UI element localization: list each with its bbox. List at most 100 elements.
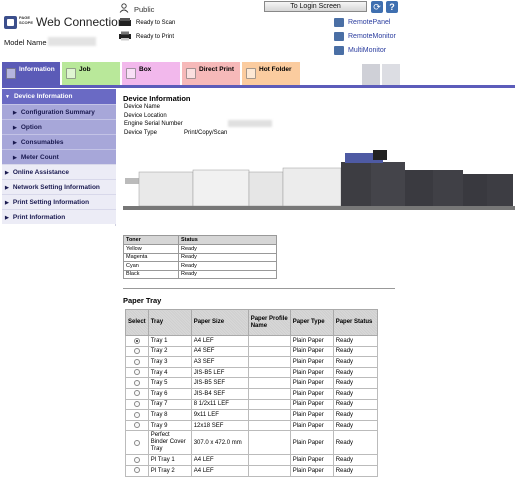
toner-table: Toner Status Yellow Ready Magenta Ready Cy… [123, 235, 277, 279]
tray-cell: PI Tray 1 [147, 454, 192, 466]
paper-size-cell: A4 LEF [190, 464, 249, 477]
tray-select-radio[interactable] [134, 358, 140, 365]
paper-type-cell: Plain Paper [289, 356, 334, 368]
table-row[interactable]: Tray 78 1/2x11 LEF Plain Paper Ready [125, 398, 378, 411]
sidebar-item-device-information[interactable]: ▼ Device Information [2, 89, 116, 104]
remote-monitor-link[interactable]: RemoteMonitor [348, 33, 396, 40]
tab-job-label: Job [79, 66, 91, 73]
sidebar-item-print-information[interactable]: ▶ Print Information [2, 209, 116, 224]
tab-direct-print[interactable]: Direct Print [182, 62, 240, 85]
paper-type-cell: Plain Paper [289, 430, 334, 456]
table-row[interactable]: Tray 5 JIS-B5 SEF Plain Paper Ready [125, 377, 378, 389]
paper-profile-cell [247, 454, 291, 466]
tray-select-radio[interactable] [134, 337, 140, 344]
table-row: Yellow Ready [123, 244, 277, 254]
sidebar-item-online-assistance[interactable]: ▶ Online Assistance [2, 164, 116, 179]
tray-select-radio[interactable] [134, 422, 140, 429]
paper-type-cell: Plain Paper [289, 398, 334, 411]
model-name-label: Model Name [4, 38, 47, 47]
sidebar: ▼ Device Information ▶ Configuration Summa… [2, 89, 116, 226]
sidebar-item-consumables[interactable]: ▶ Consumables [2, 134, 116, 149]
select-cell [125, 419, 149, 432]
tray-select-radio[interactable] [134, 467, 140, 474]
table-row[interactable]: Tray 9 12x18 SEF Plain Paper Ready [125, 419, 378, 432]
toner-status: Ready [178, 261, 277, 271]
tab-settings-icon[interactable] [362, 64, 380, 85]
tray-header: Tray [147, 309, 192, 336]
sidebar-item-configuration-summary[interactable]: ▶ Configuration Summary [2, 104, 116, 119]
paper-size-cell: 12x18 SEF [190, 419, 249, 432]
tray-select-radio[interactable] [134, 348, 140, 355]
job-icon [66, 68, 76, 79]
device-location-label: Device Location [124, 113, 167, 119]
table-row[interactable]: Perfect Binder Cover Tray 307.0 x 472.0 m… [125, 430, 378, 456]
hot-folder-icon [246, 68, 256, 79]
refresh-icon[interactable]: ⟳ [371, 1, 383, 13]
sidebar-item-meter-count[interactable]: ▶ Meter Count [2, 149, 116, 164]
table-row[interactable]: PI Tray 1 A4 LEF Plain Paper Ready [125, 454, 378, 466]
sidebar-item-label: Option [20, 124, 42, 131]
paper-profile-cell [247, 366, 291, 379]
divider [123, 288, 395, 289]
tray-select-radio[interactable] [134, 390, 140, 397]
paper-tray-table: Select Tray Paper Size Paper Profile Nam… [125, 309, 378, 477]
sidebar-item-label: Print Information [12, 214, 66, 221]
select-cell [125, 356, 149, 368]
tab-hot-folder[interactable]: Hot Folder [242, 62, 300, 85]
select-cell [125, 366, 149, 379]
paper-size-cell: A4 LEF [190, 454, 249, 466]
tray-cell: Tray 1 [147, 335, 192, 347]
table-row[interactable]: Tray 8 9x11 LEF Plain Paper Ready [125, 409, 378, 421]
table-row[interactable]: Tray 4 JIS-B5 LEF Plain Paper Ready [125, 366, 378, 379]
toner-color: Magenta [123, 252, 179, 262]
tab-information-label: Information [19, 66, 55, 73]
paper-type-cell: Plain Paper [289, 454, 334, 466]
remote-panel-link[interactable]: RemotePanel [348, 19, 390, 26]
sidebar-item-print-setting-information[interactable]: ▶ Print Setting Information [2, 194, 116, 209]
multi-monitor-icon[interactable] [334, 46, 344, 55]
remote-monitor-icon[interactable] [334, 32, 344, 41]
tab-box-label: Box [139, 66, 152, 73]
table-row: Magenta Ready [123, 252, 277, 262]
toner-color: Black [123, 269, 179, 279]
paper-profile-cell [247, 335, 291, 347]
paper-size-cell: A4 SEF [190, 345, 249, 358]
tab-job[interactable]: Job [62, 62, 120, 85]
tray-select-radio[interactable] [134, 456, 140, 463]
paper-status-cell: Ready [332, 430, 378, 456]
tray-select-radio[interactable] [134, 379, 140, 386]
tray-select-radio[interactable] [134, 439, 140, 446]
paper-profile-name-header: Paper Profile Name [247, 309, 291, 336]
main-content: Device Information Device Name Device Lo… [123, 94, 515, 486]
help-icon[interactable]: ? [386, 1, 398, 13]
sidebar-item-label: Device Information [13, 93, 73, 100]
tray-select-radio[interactable] [134, 411, 140, 418]
tab-box[interactable]: Box [122, 62, 180, 85]
table-row: Cyan Ready [123, 261, 277, 271]
table-row[interactable]: Tray 1 A4 LEF Plain Paper Ready [125, 335, 378, 347]
app-title: Web Connection [36, 15, 125, 29]
paper-type-cell: Plain Paper [289, 377, 334, 389]
multi-monitor-link[interactable]: MultiMonitor [348, 47, 386, 54]
paper-profile-cell [247, 387, 291, 400]
paper-status-cell: Ready [332, 356, 378, 368]
paper-profile-cell [247, 398, 291, 411]
tab-extra-icon[interactable] [382, 64, 400, 85]
table-row[interactable]: Tray 6 JIS-B4 SEF Plain Paper Ready [125, 387, 378, 400]
toner-status: Ready [178, 252, 277, 262]
tray-select-radio[interactable] [134, 369, 140, 376]
tray-select-radio[interactable] [134, 401, 140, 408]
user-icon [119, 3, 129, 13]
table-row[interactable]: Tray 3 A3 SEF Plain Paper Ready [125, 356, 378, 368]
tab-information[interactable]: Information [2, 62, 60, 85]
sidebar-item-network-setting-information[interactable]: ▶ Network Setting Information [2, 179, 116, 194]
sidebar-item-label: Print Setting Information [12, 199, 90, 206]
table-row[interactable]: Tray 2 A4 SEF Plain Paper Ready [125, 345, 378, 358]
to-login-screen-button[interactable]: To Login Screen [264, 1, 367, 12]
table-row[interactable]: PI Tray 2 A4 LEF Plain Paper Ready [125, 464, 378, 477]
remote-panel-icon[interactable] [334, 18, 344, 27]
device-machine-image [123, 150, 515, 210]
scanner-icon [119, 18, 131, 26]
pagescope-logo-icon [4, 16, 17, 29]
sidebar-item-option[interactable]: ▶ Option [2, 119, 116, 134]
